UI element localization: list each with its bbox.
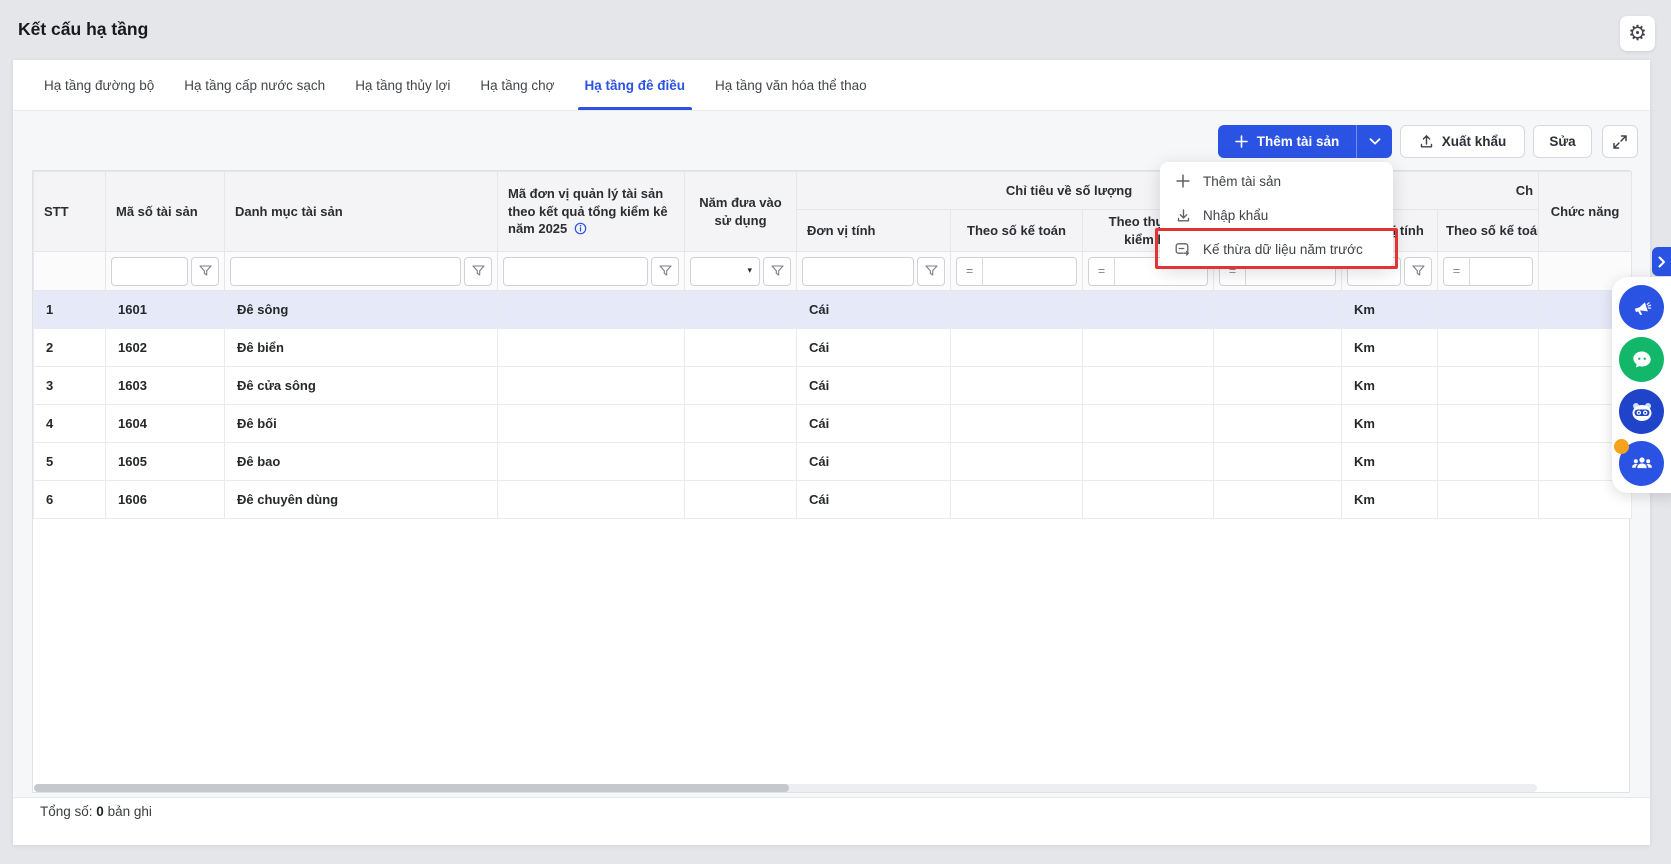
screen: { "page": { "title": "Kết cấu hạ tầng" }… [0,0,1671,864]
col-header-unit-1: Đơn vị tính [797,210,951,252]
expand-icon [1612,134,1628,150]
page-title: Kết cấu hạ tầng [18,19,148,40]
tab-ha-tang-de-dieu[interactable]: Hạ tầng đê điều [570,60,701,110]
download-icon [1174,208,1192,223]
inherit-data-icon [1174,242,1192,257]
collapse-panel-button[interactable] [1652,247,1671,276]
tab-ha-tang-duong-bo[interactable]: Hạ tầng đường bộ [29,60,169,110]
filter-accounting1-input[interactable] [983,258,1076,285]
filter-icon[interactable] [763,257,791,286]
col-header-year-in-use: Năm đưa vào sử dụng [685,172,797,252]
settings-button[interactable]: ⚙ [1620,16,1655,51]
filter-asset-code-input[interactable] [112,258,187,285]
menu-item-import[interactable]: Nhập khẩu [1160,198,1393,232]
chat-bubble-icon [1630,348,1654,372]
filter-asset-category-input[interactable] [231,258,460,285]
filter-unit1-input[interactable] [803,258,913,285]
edit-button[interactable]: Sửa [1533,125,1592,158]
chat-widget-button[interactable] [1619,337,1664,382]
megaphone-icon [1631,297,1653,319]
filter-unit-code-input[interactable] [504,258,647,285]
tab-ha-tang-cap-nuoc-sach[interactable]: Hạ tầng cấp nước sạch [169,60,340,110]
add-asset-dropdown-menu: Thêm tài sản Nhập khẩu Kế thừa dữ liệu n… [1160,162,1393,268]
panda-bot-widget-button[interactable] [1619,389,1664,434]
table-row[interactable]: 51605Đê baoCáiKm [34,443,1632,481]
people-icon [1630,452,1654,476]
col-header-asset-category: Danh mục tài sản [225,172,498,252]
total-records: Tổng số: 0 bản ghi [40,804,152,819]
table-row[interactable]: 31603Đê cửa sôngCáiKm [34,367,1632,405]
panda-bot-icon [1629,399,1655,425]
tab-ha-tang-van-hoa-the-thao[interactable]: Hạ tầng văn hóa thể thao [700,60,882,110]
table-row[interactable]: 61606Đê chuyên dùngCáiKm [34,481,1632,519]
equals-operator[interactable]: = [957,258,983,285]
chevron-down-icon [1369,138,1381,145]
col-header-stt: STT [34,172,106,252]
col-header-asset-code: Mã số tài sản [106,172,225,252]
info-icon[interactable] [574,222,587,235]
filter-stt-empty [34,252,106,291]
col-header-accounting-1: Theo số kế toán [951,210,1083,252]
tab-ha-tang-cho[interactable]: Hạ tầng chợ [465,60,569,110]
filter-icon[interactable] [191,257,219,286]
horizontal-scrollbar-thumb[interactable] [34,784,789,792]
col-header-accounting-2: Theo số kế toán [1438,210,1539,252]
menu-item-add-asset[interactable]: Thêm tài sản [1160,164,1393,198]
caret-down-icon: ▾ [747,266,759,276]
filter-icon[interactable] [464,257,492,286]
col-header-actions: Chức năng [1539,172,1632,252]
filter-icon[interactable] [1404,257,1432,286]
chevron-right-icon [1658,256,1666,268]
expand-button[interactable] [1602,125,1638,158]
table-row[interactable]: 21602Đê biểnCáiKm [34,329,1632,367]
add-asset-button[interactable]: Thêm tài sản [1218,125,1356,158]
col-header-managing-unit-code: Mã đơn vị quản lý tài sản theo kết quả t… [498,172,685,252]
gear-icon: ⚙ [1628,23,1647,44]
notification-dot [1614,439,1629,454]
upload-icon [1419,134,1434,149]
add-asset-caret-button[interactable] [1356,125,1392,158]
filter-accounting2-input[interactable] [1470,258,1532,285]
menu-item-inherit-previous-year-data[interactable]: Kế thừa dữ liệu năm trước [1160,232,1393,266]
filter-icon[interactable] [917,257,945,286]
plus-icon [1174,174,1192,188]
export-button[interactable]: Xuất khẩu [1400,125,1525,158]
equals-operator[interactable]: = [1089,258,1115,285]
megaphone-widget-button[interactable] [1619,285,1664,330]
filter-icon[interactable] [651,257,679,286]
filter-year-input[interactable] [691,258,747,285]
tab-bar: Hạ tầng đường bộ Hạ tầng cấp nước sạch H… [13,60,1650,111]
footer-bar [13,797,1650,845]
tab-ha-tang-thuy-loi[interactable]: Hạ tầng thủy lợi [340,60,465,110]
table-row[interactable]: 41604Đê bốiCáiKm [34,405,1632,443]
plus-icon [1235,135,1248,148]
equals-operator[interactable]: = [1444,258,1470,285]
table-row[interactable]: 11601Đê sôngCáiKm [34,291,1632,329]
